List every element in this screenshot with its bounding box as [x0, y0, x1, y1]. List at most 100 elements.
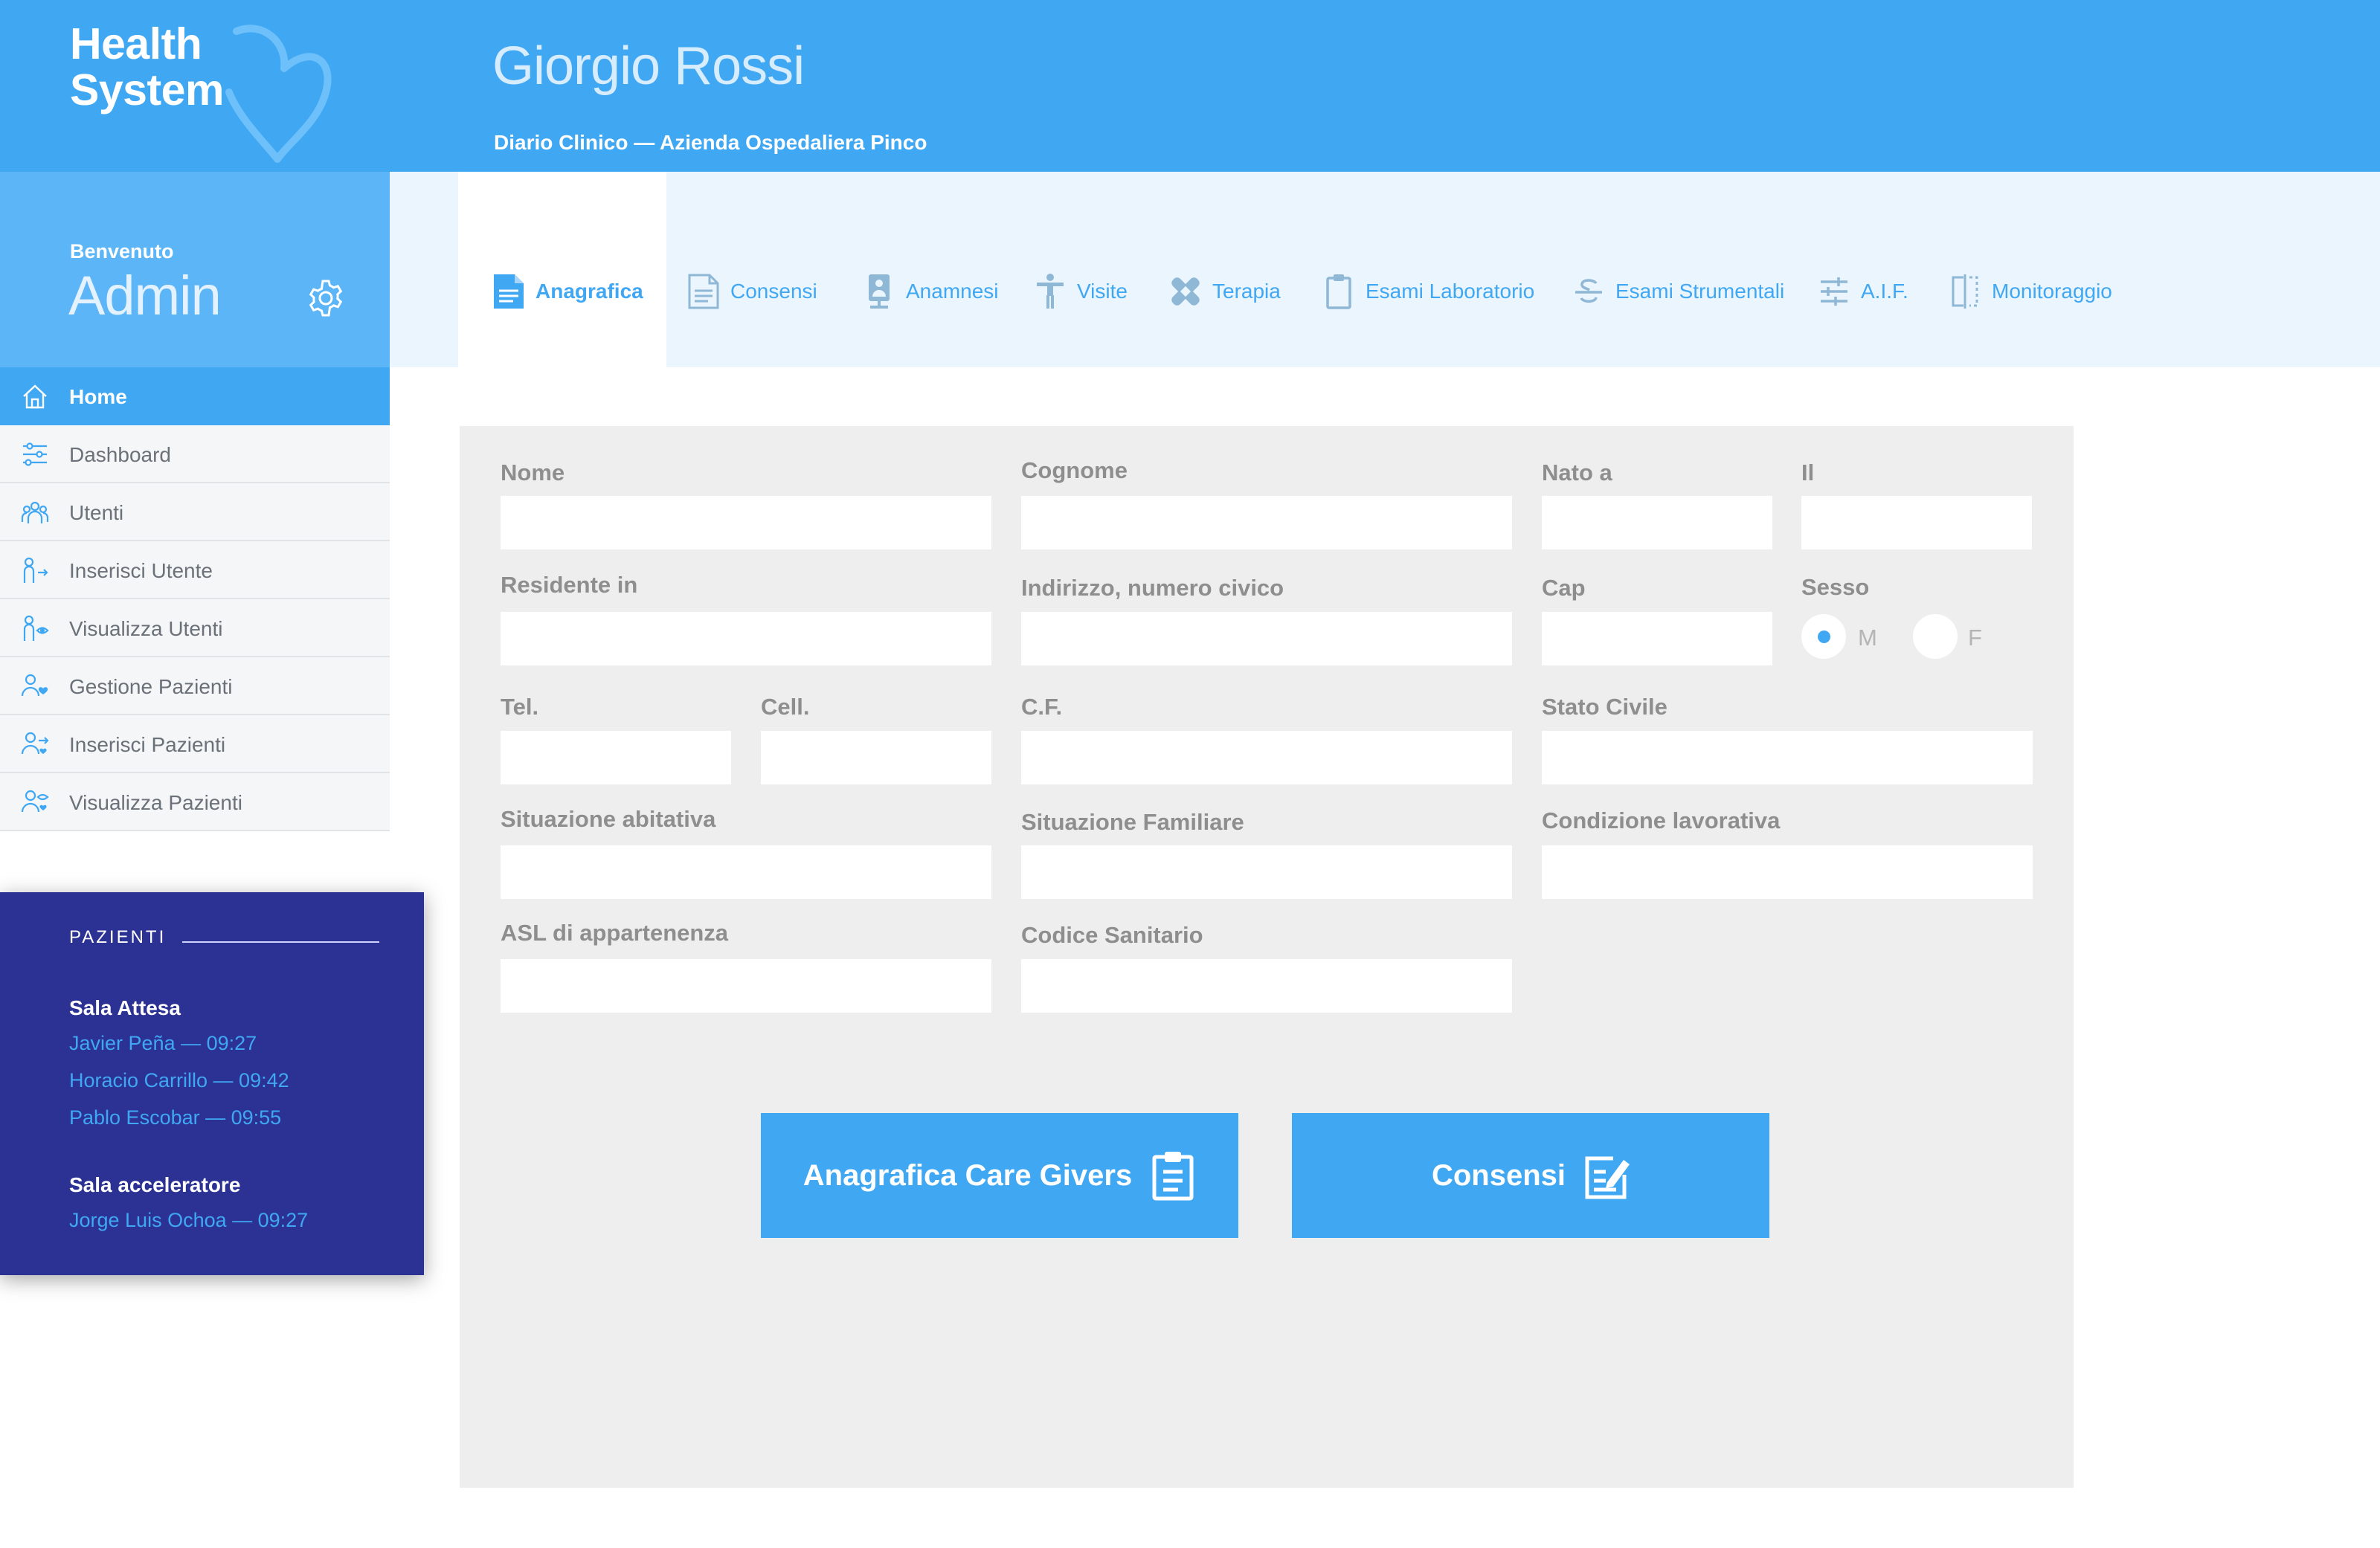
tab-anamnesi[interactable]: Anamnesi	[863, 269, 999, 314]
sesso-m-radio[interactable]	[1801, 614, 1846, 659]
sidebar-item-label: Home	[69, 385, 127, 408]
label-situazione-familiare: Situazione Familiare	[1021, 809, 1244, 835]
tab-label: Consensi	[730, 280, 817, 303]
patient-entry[interactable]: Horacio Carrillo — 09:42	[69, 1069, 289, 1092]
tab-aif[interactable]: A.I.F.	[1818, 269, 1908, 314]
id-card-icon	[869, 274, 890, 309]
sesso-f-label: F	[1968, 625, 1982, 651]
health-system-logo[interactable]: Health System	[68, 19, 336, 163]
tab-label: Esami Strumentali	[1615, 280, 1785, 303]
sidebar-item-label: Visualizza Pazienti	[69, 791, 242, 814]
tab-consensi[interactable]: Consensi	[687, 269, 817, 314]
sidebar-item-inserisci-pazienti[interactable]: Inserisci Pazienti	[0, 715, 390, 773]
anagrafica-care-givers-button[interactable]: Anagrafica Care Givers	[761, 1113, 1238, 1238]
bandage-icon	[1171, 277, 1200, 306]
tab-terapia[interactable]: Terapia	[1169, 269, 1281, 314]
sidebar-item-utenti[interactable]: Utenti	[0, 483, 390, 541]
situazione-familiare-field[interactable]	[1021, 845, 1512, 899]
sidebar-item-gestione-pazienti[interactable]: Gestione Pazienti	[0, 657, 390, 715]
button-label: Consensi	[1431, 1158, 1566, 1192]
sidebar-item-label: Utenti	[69, 501, 124, 524]
tab-label: Monitoraggio	[1992, 280, 2112, 303]
patient-entry[interactable]: Pablo Escobar — 09:55	[69, 1106, 281, 1129]
home-icon	[23, 384, 47, 409]
divider	[182, 941, 379, 943]
sidebar-item-visualizza-utenti[interactable]: Visualizza Utenti	[0, 599, 390, 657]
sidebar-item-label: Inserisci Pazienti	[69, 733, 226, 756]
tab-esami-strumentali[interactable]: Esami Strumentali	[1572, 269, 1784, 314]
label-codice-sanitario: Codice Sanitario	[1021, 922, 1203, 948]
cap-field[interactable]	[1542, 612, 1772, 665]
label-tel: Tel.	[501, 694, 539, 720]
asl-field[interactable]	[501, 959, 991, 1013]
situazione-abitativa-field[interactable]	[501, 845, 991, 899]
patient-add-icon	[21, 732, 49, 755]
residente-in-field[interactable]	[501, 612, 991, 665]
user-add-icon	[23, 557, 48, 583]
sesso-m-label: M	[1858, 625, 1877, 651]
patient-view-icon	[21, 790, 49, 813]
tab-label: Anamnesi	[906, 280, 999, 303]
label-stato-civile: Stato Civile	[1542, 694, 1667, 720]
room-name: Sala Attesa	[69, 996, 181, 1019]
label-situazione-abitativa: Situazione abitativa	[501, 806, 716, 832]
label-nato-a: Nato a	[1542, 459, 1612, 486]
tab-label: A.I.F.	[1861, 280, 1908, 303]
welcome-label: Benvenuto	[70, 240, 174, 262]
cf-field[interactable]	[1021, 731, 1512, 784]
label-sesso: Sesso	[1801, 574, 1870, 600]
tab-esami-laboratorio[interactable]: Esami Laboratorio	[1322, 269, 1534, 314]
label-il: Il	[1801, 459, 1815, 486]
gear-icon[interactable]	[305, 277, 347, 319]
label-condizione-lavorativa: Condizione lavorativa	[1542, 807, 1781, 833]
codice-sanitario-field[interactable]	[1021, 959, 1512, 1013]
logo-line-1: Health	[70, 19, 202, 68]
top-header: Health System Giorgio Rossi Diario Clini…	[0, 0, 2380, 172]
sesso-f-radio[interactable]	[1913, 614, 1958, 659]
stato-civile-field[interactable]	[1542, 731, 2033, 784]
button-label: Anagrafica Care Givers	[803, 1158, 1133, 1192]
clipboard-list-icon	[1152, 1152, 1194, 1201]
user-view-icon	[23, 615, 49, 641]
label-cognome: Cognome	[1021, 457, 1128, 483]
document-lines-icon	[688, 274, 719, 309]
condizione-lavorativa-field[interactable]	[1542, 845, 2033, 899]
tab-monitoraggio[interactable]: Monitoraggio	[1949, 269, 2112, 314]
logo-text: Health System	[70, 21, 224, 113]
patient-entry[interactable]: Javier Peña — 09:27	[69, 1032, 257, 1055]
tab-label: Esami Laboratorio	[1366, 280, 1535, 303]
data-nascita-field[interactable]	[1801, 496, 2032, 549]
logo-line-2: System	[70, 65, 224, 115]
tab-visite[interactable]: Visite	[1034, 269, 1128, 314]
document-icon	[494, 274, 524, 309]
user-role: Admin	[68, 265, 222, 326]
nato-a-field[interactable]	[1542, 496, 1772, 549]
patient-entry[interactable]: Jorge Luis Ochoa — 09:27	[69, 1209, 308, 1232]
tel-field[interactable]	[501, 731, 731, 784]
patient-manage-icon	[21, 674, 48, 697]
label-cell: Cell.	[761, 694, 810, 720]
cognome-field[interactable]	[1021, 496, 1512, 549]
heart-icon	[225, 25, 332, 163]
sidebar-item-dashboard[interactable]: Dashboard	[0, 425, 390, 483]
label-indirizzo: Indirizzo, numero civico	[1021, 575, 1284, 601]
sidebar-item-visualizza-pazienti[interactable]: Visualizza Pazienti	[0, 773, 390, 831]
strikethrough-icon	[1575, 279, 1602, 303]
sidebar-item-home[interactable]: Home	[0, 367, 390, 425]
nome-field[interactable]	[501, 496, 991, 549]
sidebar-item-label: Inserisci Utente	[69, 559, 213, 582]
sidebar-item-inserisci-utente[interactable]: Inserisci Utente	[0, 541, 390, 599]
tab-anagrafica[interactable]: Anagrafica	[492, 269, 643, 314]
user-panel: Benvenuto Admin	[0, 172, 390, 367]
patients-heading: PAZIENTI	[69, 927, 167, 947]
label-residente-in: Residente in	[501, 572, 638, 598]
room-name: Sala acceleratore	[69, 1173, 241, 1196]
indirizzo-field[interactable]	[1021, 612, 1512, 665]
tab-label: Anagrafica	[536, 280, 643, 303]
patient-name: Giorgio Rossi	[492, 36, 805, 96]
consensi-button[interactable]: Consensi	[1292, 1113, 1769, 1238]
sidebar-nav: Home Dashboard Utenti Inserisci Utente V…	[0, 367, 390, 831]
edit-document-icon	[1585, 1156, 1630, 1199]
sidebar-item-label: Dashboard	[69, 443, 171, 466]
cell-field[interactable]	[761, 731, 991, 784]
